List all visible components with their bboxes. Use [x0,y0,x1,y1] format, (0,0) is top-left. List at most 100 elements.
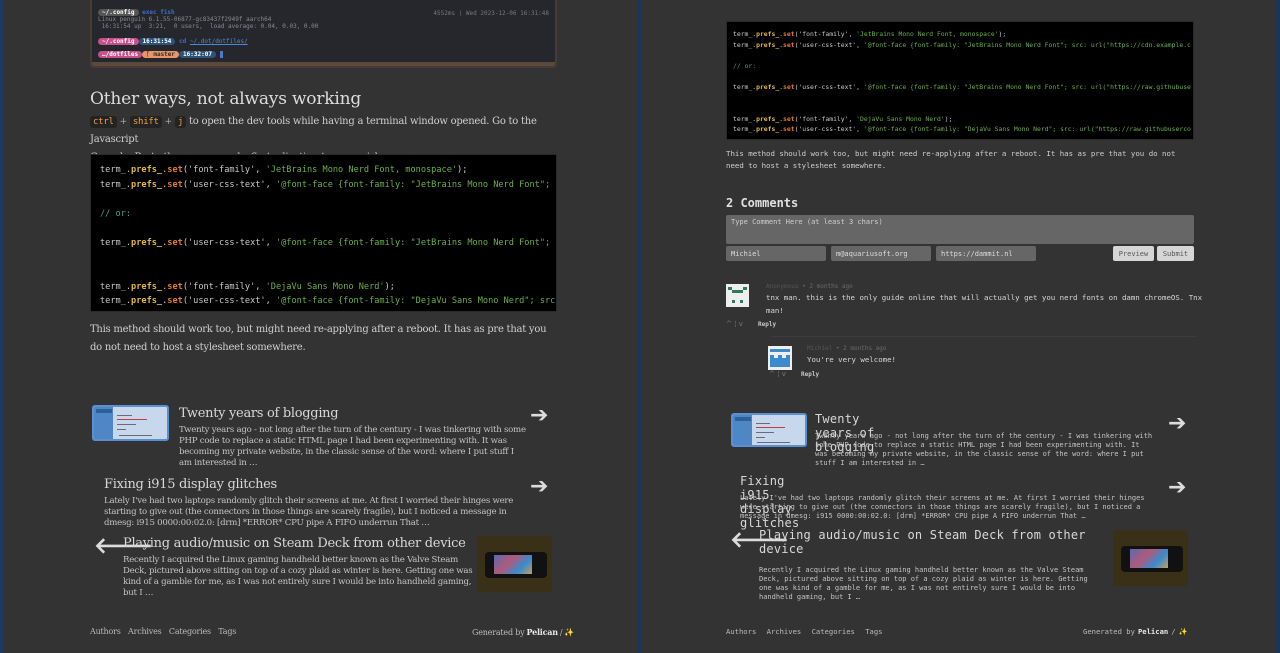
code-line: term_.prefs_.set('font-family', 'DejaVu … [100,280,547,295]
code-string: 'DejaVu Sans Mono Nerd' [265,281,385,292]
after-code-paragraph: This method should work too, but might n… [726,149,1176,170]
footer-link-archives[interactable]: Archives [767,627,802,636]
sparkle-icon[interactable]: ✨ [564,628,574,637]
post-title-link[interactable]: Playing audio/music on Steam Deck from o… [759,528,1104,556]
next-arrow-icon[interactable]: ➔ [1168,477,1186,499]
code-object: term_. [733,125,757,134]
pelican-link[interactable]: Pelican [526,627,558,637]
post-thumbnail[interactable] [477,536,552,592]
code-block[interactable]: term_.prefs_.set('font-family', 'JetBrai… [90,154,557,312]
next-arrow-icon[interactable]: ➔ [1168,413,1186,435]
footer-generator: Generated by Pelican / ✨ [1083,627,1194,636]
footer-separator: / [559,628,563,637]
code-object: term_. [100,281,132,292]
code-object: term_. [733,82,757,91]
code-method: set [783,30,795,38]
sparkle-icon[interactable]: ✨ [1179,627,1188,636]
code-property: prefs_ [131,237,163,248]
submit-button[interactable]: Submit [1157,246,1194,261]
code-args: ('user-css-text', [182,237,276,248]
generated-by-text: Generated by [472,628,525,637]
code-property: prefs_ [756,125,780,134]
post-title-link[interactable]: Fixing i915 display glitches [104,477,277,492]
reply-link[interactable]: Reply [801,371,819,378]
avatar [768,346,792,370]
terminal-prompt-line-2: …/dotfiles ᚴ master 16:32:07 [98,51,223,58]
code-end: ); [998,30,1007,38]
name-input[interactable] [726,246,826,261]
code-string: 'DejaVu Sans Mono Nerd' [856,114,945,123]
comment-divider [771,336,1196,337]
terminal-prompt-dir: ~/.config [98,9,139,16]
prompt-time-chip: 16:32:07 [179,51,216,58]
code-block[interactable]: term_.prefs_.set('font-family', 'JetBrai… [726,21,1194,140]
code-line: term_.prefs_.set('user-css-text', '@font… [100,178,556,193]
code-line: term_.prefs_.set('user-css-text', '@font… [100,236,556,251]
code-end: ); [384,281,395,292]
email-input[interactable] [831,246,931,261]
footer-link-tags[interactable]: Tags [865,627,882,636]
post-thumbnail[interactable] [731,413,807,447]
footer-link-authors[interactable]: Authors [726,627,756,636]
post-thumbnail[interactable] [92,405,169,441]
code-method: set [783,114,795,123]
code-string: '@font-face {font-family: "JetBrains Mon… [863,40,1191,49]
next-arrow-icon[interactable]: ➔ [530,405,548,427]
code-string: '@font-face {font-family: "DejaVu Sans M… [863,125,1191,134]
post-title-link[interactable]: Playing audio/music on Steam Deck from o… [123,536,466,551]
prompt-cmd: cd [179,38,187,45]
generated-by-text: Generated by [1083,627,1135,636]
vote-controls: ^ ¦ v [769,370,786,378]
footer-link-authors[interactable]: Authors [90,627,121,636]
post-summary: Lately I've had two laptops randomly gli… [740,494,1145,520]
downvote-icon[interactable]: v [782,370,786,378]
code-string: '@font-face {font-family: "JetBrains Mon… [275,179,556,190]
upvote-icon[interactable]: ^ [769,370,775,378]
reply-link[interactable]: Reply [758,321,776,328]
footer-link-categories[interactable]: Categories [812,627,855,636]
code-args: ('font-family', [182,281,266,292]
code-property: prefs_ [131,296,163,307]
post-title-link[interactable]: Twenty years of blogging [179,406,339,421]
preview-button[interactable]: Preview [1113,246,1154,261]
footer-generator: Generated by Pelican / ✨ [472,627,579,637]
code-args: ('user-css-text', [182,179,276,190]
comment-text: tnx man. this is the only guide online t… [766,293,1203,315]
code-method: set [167,237,183,248]
left-browser-pane: ~/.config exec fish 4552ms ⟨ Wed 2023-12… [0,0,638,653]
window-edge [1276,0,1280,653]
code-method: set [783,125,795,134]
avatar [726,284,749,307]
website-input[interactable] [936,246,1036,261]
code-line: term_.prefs_.set('user-css-text', '@font… [733,40,1191,51]
upvote-icon[interactable]: ^ [726,320,732,328]
downvote-icon[interactable]: v [739,320,743,328]
terminal-command: exec fish [142,9,175,16]
code-args: ('font-family', [794,30,857,38]
code-comment: // or: [733,61,757,70]
code-args: ('user-css-text', [182,296,276,307]
code-string: '@font-face {font-family: "DejaVu Sans M… [275,296,556,307]
comment-textarea[interactable] [726,215,1194,244]
footer-link-categories[interactable]: Categories [169,627,211,636]
terminal-timing: 4552ms ⟨ Wed 2023-12-06 16:31:48 [433,10,549,17]
code-method: set [167,296,183,307]
footer-link-tags[interactable]: Tags [218,627,236,636]
code-args: ('user-css-text', [794,40,864,49]
next-arrow-icon[interactable]: ➔ [530,476,548,498]
code-string: 'JetBrains Mono Nerd Font, monospace' [265,165,458,175]
post-thumbnail[interactable] [1113,530,1188,586]
code-method: set [167,281,183,292]
footer-link-archives[interactable]: Archives [128,627,162,636]
code-property: prefs_ [131,179,163,190]
pelican-link[interactable]: Pelican [1138,627,1168,636]
meta-separator: • [835,345,840,352]
code-line: // or: [733,61,1187,72]
code-end: ); [457,165,468,175]
code-comment: // or: [100,208,132,219]
code-line: term_.prefs_.set('font-family', 'JetBrai… [733,29,1187,40]
key-plus: + [164,117,173,127]
code-end: ); [944,114,953,123]
